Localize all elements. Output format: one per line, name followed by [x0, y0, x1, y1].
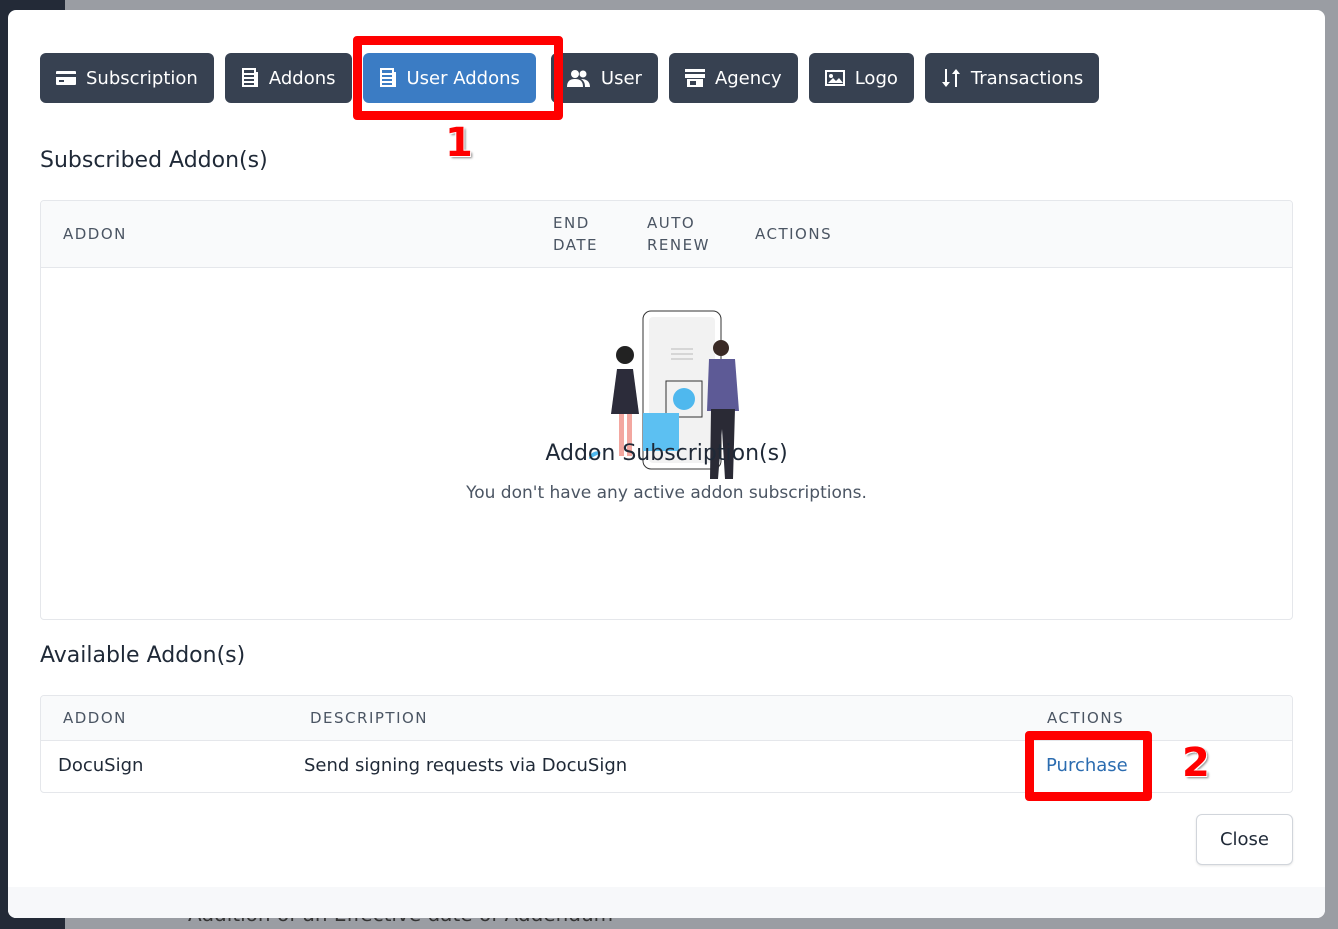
- addon-description: Send signing requests via DocuSign: [304, 755, 628, 776]
- store-icon: [684, 69, 705, 87]
- users-icon: [566, 70, 590, 87]
- tab-label: Subscription: [86, 67, 198, 89]
- annotation-number-1: 1: [445, 120, 473, 166]
- tab-addons[interactable]: Addons: [224, 53, 352, 103]
- column-header: END DATE: [553, 214, 599, 254]
- stack-icon: [241, 68, 258, 87]
- tab-transactions[interactable]: Transactions: [924, 53, 1100, 103]
- empty-state-title: Addon Subscription(s): [545, 441, 788, 466]
- column-header: ADDON: [63, 709, 127, 727]
- user-settings-modal: Subscription Addons User Addons User Age…: [8, 10, 1325, 918]
- tab-subscription[interactable]: Subscription: [40, 53, 214, 103]
- available-addons-title: Available Addon(s): [40, 643, 246, 668]
- highlight-box-2: [1025, 731, 1152, 801]
- tab-logo[interactable]: Logo: [808, 53, 914, 103]
- modal-footer: [8, 887, 1325, 918]
- credit-card-icon: [56, 71, 76, 85]
- column-header: ADDON: [63, 225, 127, 243]
- column-header: AUTO RENEW: [647, 214, 710, 254]
- tab-agency[interactable]: Agency: [668, 53, 798, 103]
- empty-state-text: You don't have any active addon subscrip…: [466, 483, 867, 503]
- table-header: ADDON END DATE AUTO RENEW ACTIONS: [41, 201, 1292, 268]
- tab-label: User: [600, 67, 642, 89]
- subscribed-addons-table: ADDON END DATE AUTO RENEW ACTIONS Addon …: [40, 200, 1293, 620]
- tab-user[interactable]: User: [550, 53, 658, 103]
- tab-label: Transactions: [970, 67, 1084, 89]
- addon-name: DocuSign: [58, 755, 144, 776]
- column-header: ACTIONS: [755, 225, 833, 243]
- tab-bar: Subscription Addons User Addons User Age…: [40, 53, 1110, 103]
- subscribed-addons-title: Subscribed Addon(s): [40, 148, 268, 173]
- annotation-number-2: 2: [1182, 740, 1210, 786]
- tab-label: Addons: [268, 67, 336, 89]
- column-header: DESCRIPTION: [310, 709, 429, 727]
- sort-arrows-icon: [941, 69, 960, 87]
- tab-label: Logo: [854, 67, 898, 89]
- highlight-box-1: [353, 36, 563, 120]
- tab-label: Agency: [714, 67, 782, 89]
- image-icon: [824, 70, 845, 86]
- close-button[interactable]: Close: [1196, 814, 1293, 865]
- column-header: ACTIONS: [1047, 709, 1125, 727]
